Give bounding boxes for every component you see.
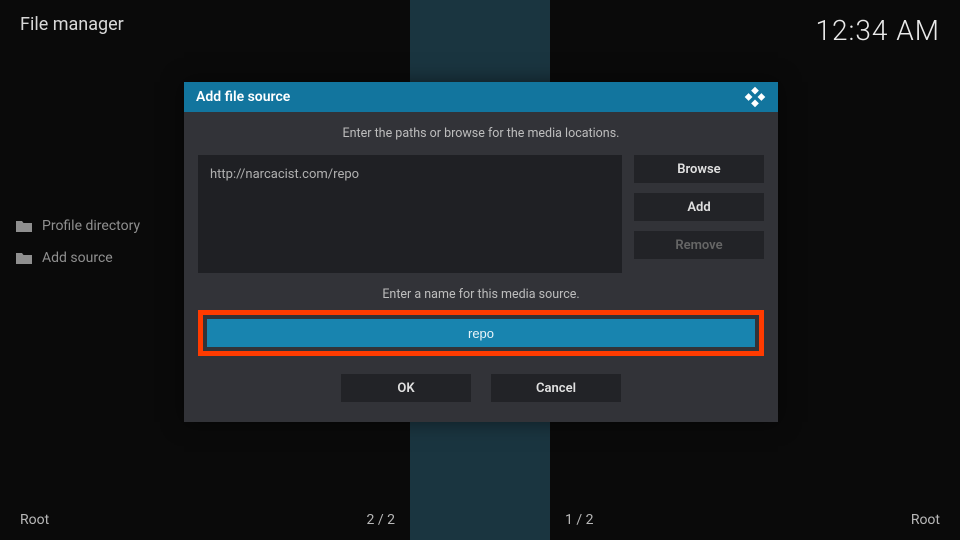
ok-button[interactable]: OK bbox=[341, 374, 471, 402]
footer-count-right: 1 / 2 bbox=[565, 512, 593, 528]
page-title: File manager bbox=[20, 14, 124, 35]
browse-button[interactable]: Browse bbox=[634, 155, 764, 183]
footer-count-left: 2 / 2 bbox=[367, 512, 395, 528]
folder-icon bbox=[16, 252, 32, 264]
media-source-name-input[interactable] bbox=[207, 319, 755, 347]
dialog-action-buttons: OK Cancel bbox=[198, 374, 764, 402]
footer-left-label: Root bbox=[20, 512, 49, 528]
path-input[interactable]: http://narcacist.com/repo bbox=[198, 155, 622, 273]
dialog-instruction-name: Enter a name for this media source. bbox=[198, 287, 764, 302]
dialog-title: Add file source bbox=[196, 89, 290, 105]
path-row: http://narcacist.com/repo Browse Add Rem… bbox=[198, 155, 764, 273]
remove-button: Remove bbox=[634, 231, 764, 259]
folder-icon bbox=[16, 220, 32, 232]
left-item-add-source[interactable]: Add source bbox=[0, 242, 156, 274]
footer-right-label: Root bbox=[911, 512, 940, 528]
left-item-profile-directory[interactable]: Profile directory bbox=[0, 210, 156, 242]
path-input-value: http://narcacist.com/repo bbox=[210, 167, 359, 182]
left-item-label: Profile directory bbox=[42, 218, 140, 234]
path-side-buttons: Browse Add Remove bbox=[634, 155, 764, 273]
header-bar: File manager 12:34 AM bbox=[0, 0, 960, 50]
left-source-list: Profile directory Add source bbox=[0, 210, 156, 274]
add-file-source-dialog: Add file source Enter the paths or brows… bbox=[184, 82, 778, 422]
cancel-button[interactable]: Cancel bbox=[491, 374, 621, 402]
dialog-body: Enter the paths or browse for the media … bbox=[184, 112, 778, 422]
dialog-header: Add file source bbox=[184, 82, 778, 112]
footer-bar: Root 2 / 2 1 / 2 Root bbox=[0, 512, 960, 528]
kodi-logo-icon bbox=[744, 86, 766, 108]
clock: 12:34 AM bbox=[815, 14, 940, 47]
add-button[interactable]: Add bbox=[634, 193, 764, 221]
left-item-label: Add source bbox=[42, 250, 113, 266]
dialog-instruction-paths: Enter the paths or browse for the media … bbox=[198, 126, 764, 141]
name-input-highlight bbox=[198, 310, 764, 356]
